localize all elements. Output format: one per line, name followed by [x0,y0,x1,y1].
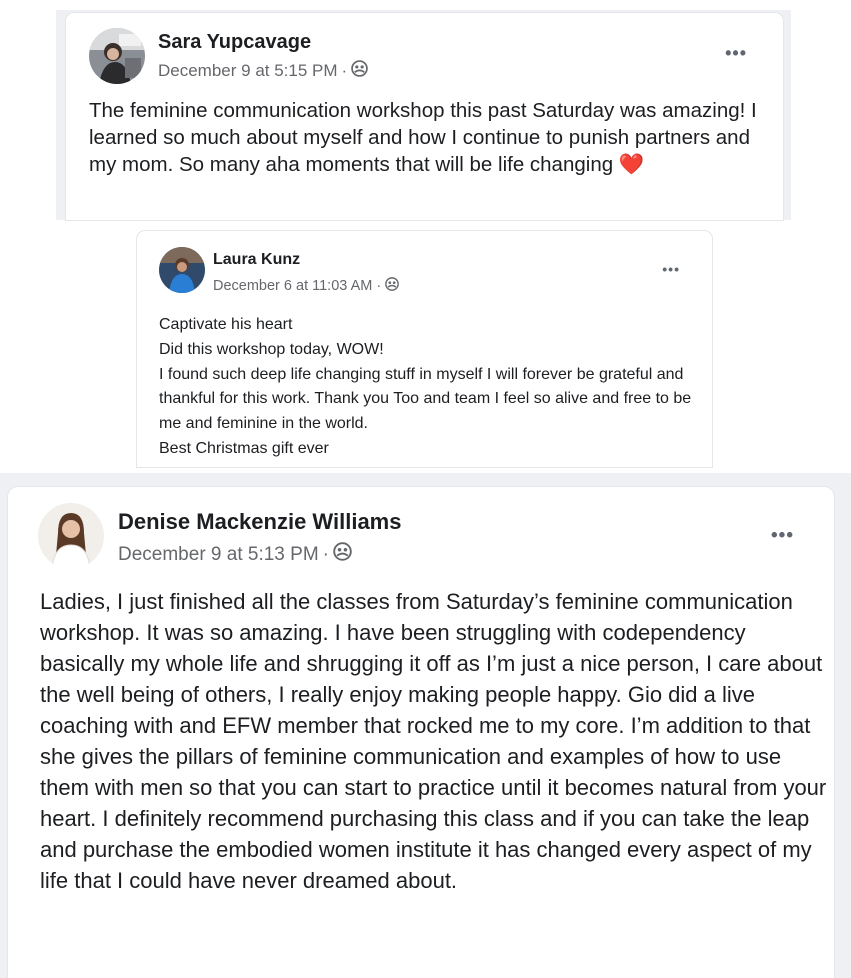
avatar[interactable] [38,503,104,569]
separator: · [376,278,382,294]
post-line: Captivate his heart [159,316,293,333]
avatar[interactable] [89,28,145,84]
separator: · [322,543,329,565]
post-body: The feminine communication workshop this… [89,97,779,178]
post-card: Laura Kunz December 6 at 11:03 AM · ••• … [137,231,712,467]
post-body: Ladies, I just finished all the classes … [40,586,830,896]
post-meta: December 6 at 11:03 AM · [213,277,399,295]
group-audience-icon[interactable] [351,60,368,82]
post-card: Sara Yupcavage December 9 at 5:15 PM · •… [66,13,783,220]
more-options-icon[interactable]: ••• [662,261,680,277]
more-options-icon[interactable]: ••• [725,43,747,64]
timestamp[interactable]: December 6 at 11:03 AM [213,278,372,294]
group-audience-icon[interactable] [385,277,399,295]
author-name[interactable]: Denise Mackenzie Williams [118,509,401,535]
more-options-icon[interactable]: ••• [771,525,794,547]
post-body: Captivate his heart Did this workshop to… [159,313,704,462]
avatar[interactable] [159,247,205,293]
post-meta: December 9 at 5:13 PM · [118,542,352,567]
post-card: Denise Mackenzie Williams December 9 at … [8,487,834,978]
group-audience-icon[interactable] [333,542,352,567]
author-name[interactable]: Sara Yupcavage [158,31,311,54]
heart-emoji-icon: ❤️ [618,153,645,176]
separator: · [341,61,348,80]
post-text: Ladies, I just finished all the classes … [40,589,827,893]
timestamp[interactable]: December 9 at 5:15 PM [158,61,338,81]
post-line: Did this workshop today, WOW! [159,340,384,358]
post-line: Best Christmas gift ever [159,439,329,457]
author-name[interactable]: Laura Kunz [213,251,300,269]
post-line: I found such deep life changing stuff in… [159,365,692,433]
post-text: The feminine communication workshop this… [89,99,757,176]
post-meta: December 9 at 5:15 PM · [158,60,368,82]
timestamp[interactable]: December 9 at 5:13 PM [118,544,319,566]
